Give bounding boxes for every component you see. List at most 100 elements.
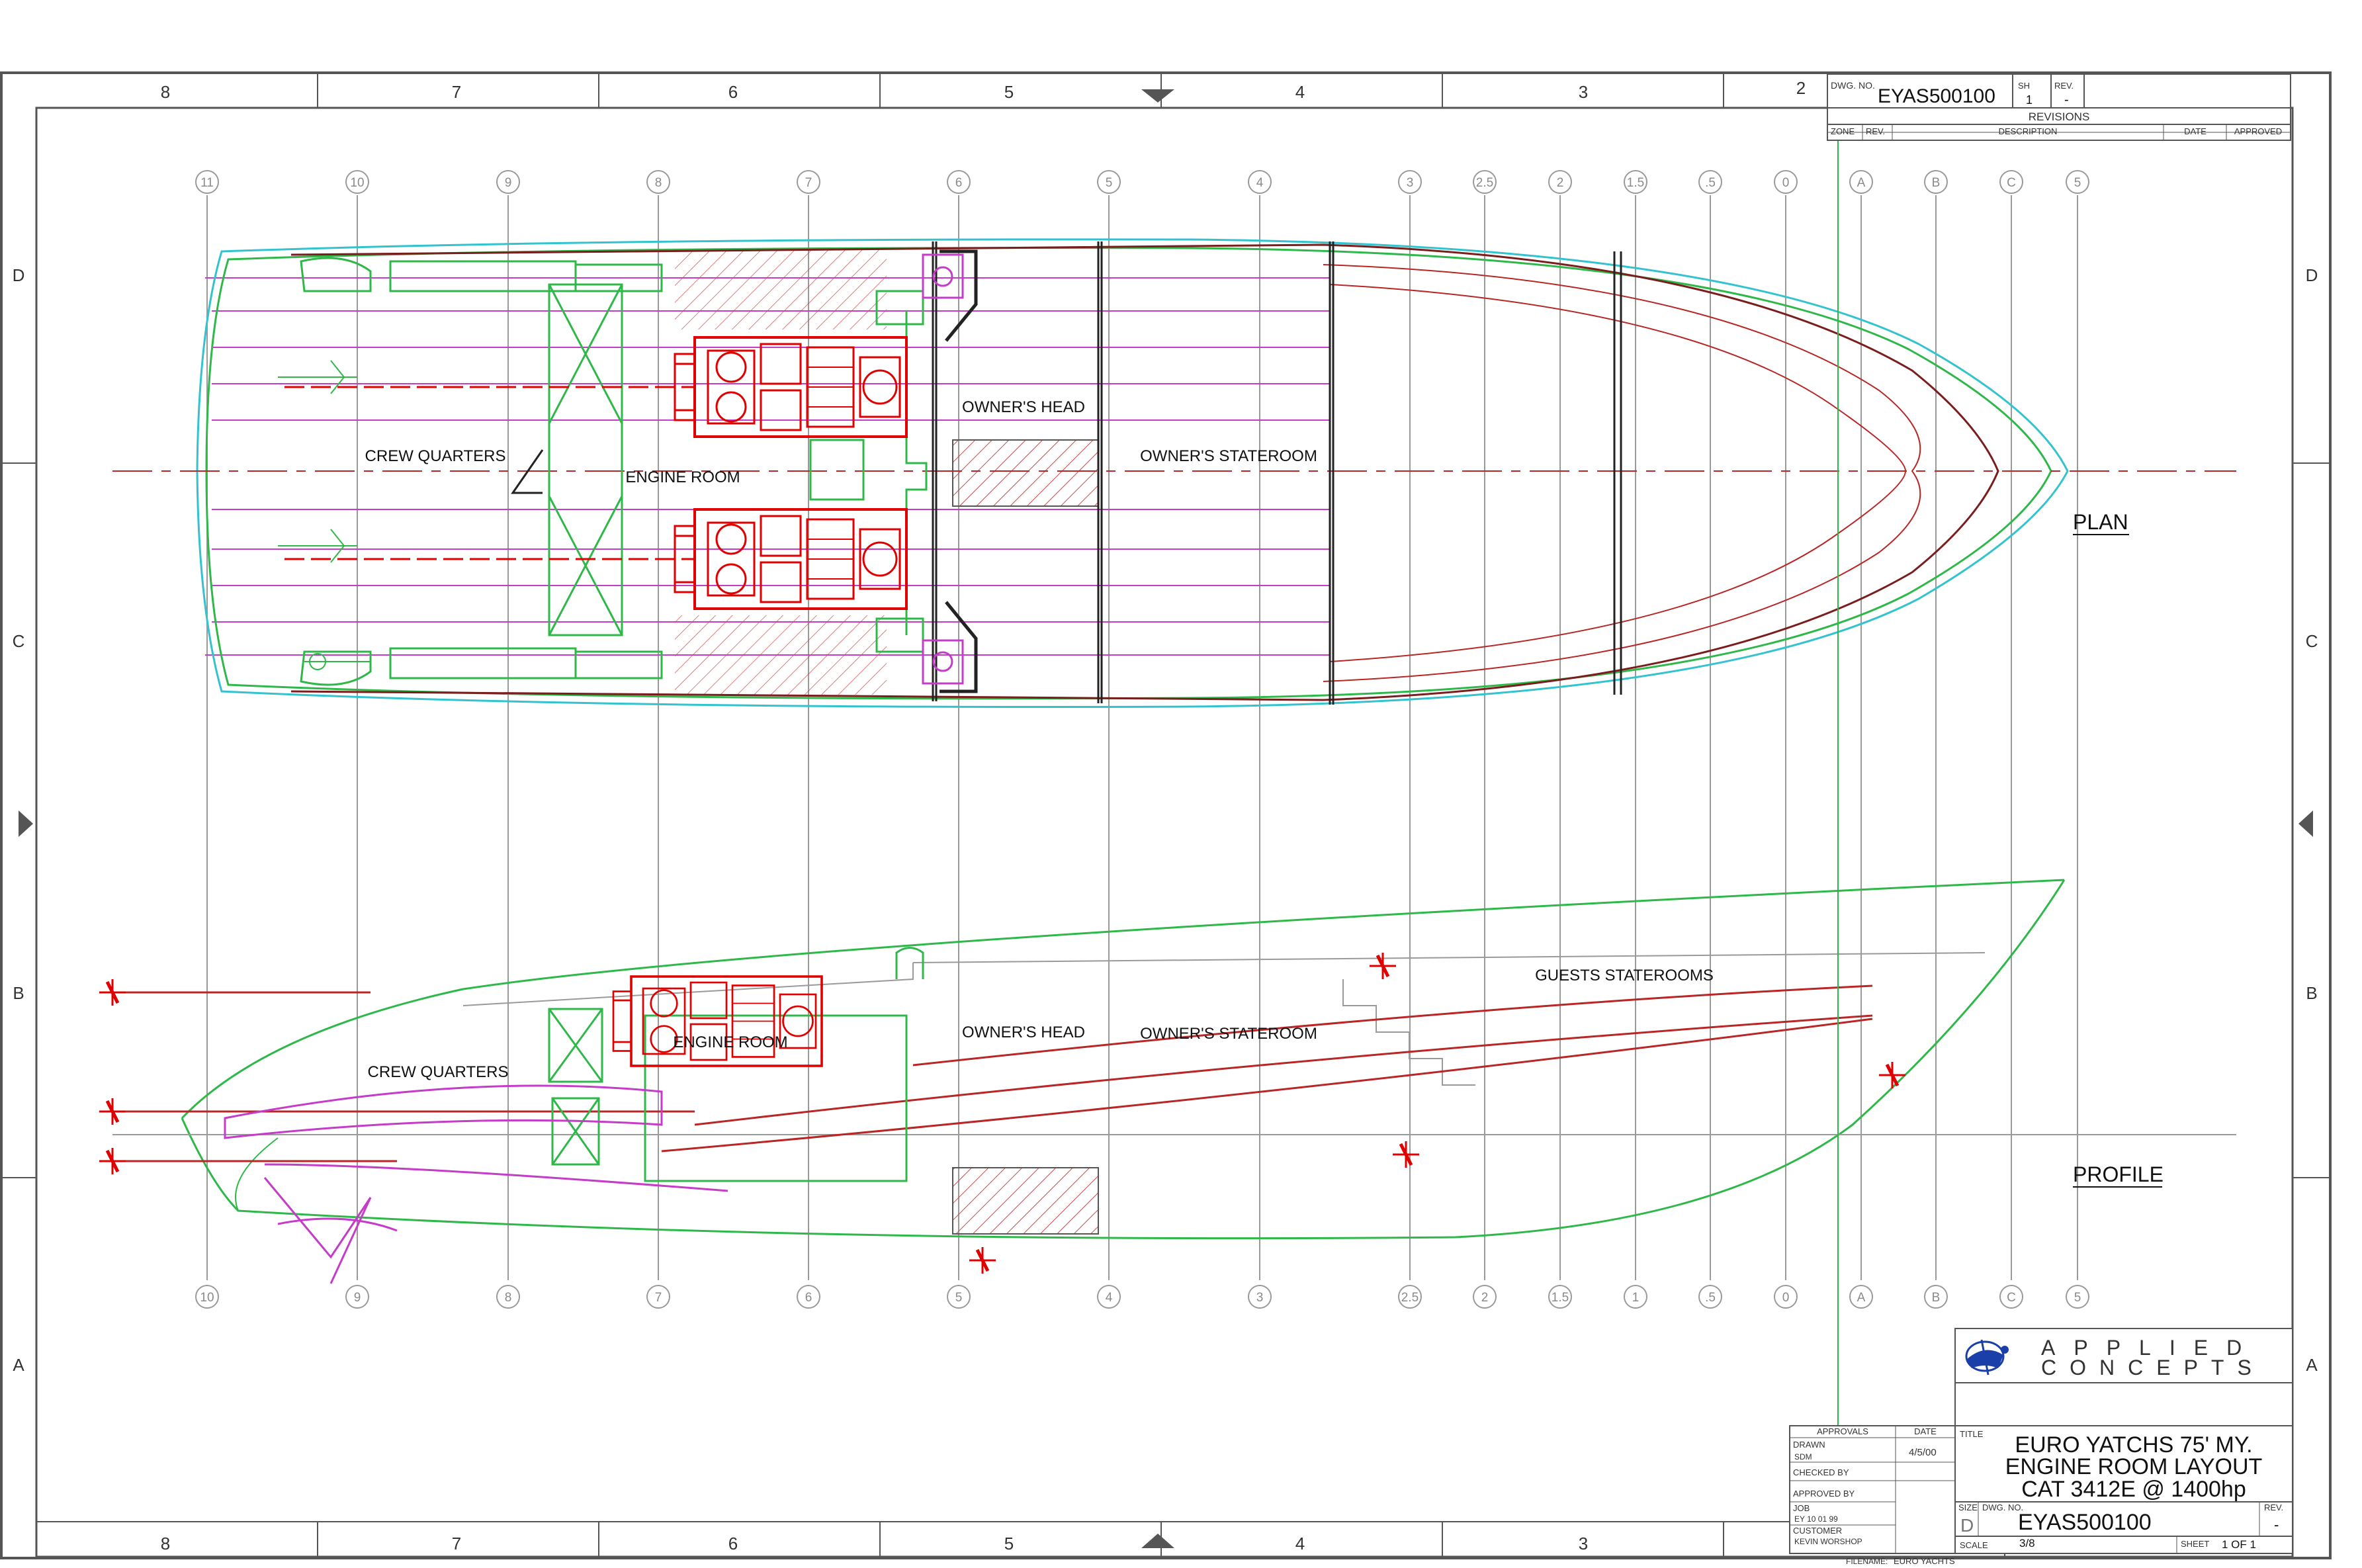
zone-column-label: 8: [161, 1534, 170, 1553]
station-label: A: [1857, 1291, 1866, 1305]
revision-col-date: DATE: [2184, 126, 2207, 136]
shaft-strut-symbol: [969, 1247, 996, 1274]
sheet-label: SHEET: [2181, 1539, 2209, 1549]
company-name-line2: CONCEPTS: [2041, 1356, 2265, 1379]
drawing-title-line2: ENGINE ROOM LAYOUT: [2005, 1454, 2263, 1479]
revision-dwg-no-label: DWG. NO.: [1831, 80, 1875, 91]
title-rev-label: REV.: [2264, 1503, 2283, 1512]
zone-column-label: 6: [728, 82, 738, 102]
station-label: C: [2007, 1291, 2016, 1305]
station-label: 10: [350, 176, 364, 190]
plan-room-owners-stateroom: OWNER'S STATEROOM: [1140, 447, 1317, 465]
approvals-label: APPROVALS: [1817, 1426, 1868, 1436]
revision-col-rev: REV.: [1866, 126, 1885, 136]
drawing-title-line3: CAT 3412E @ 1400hp: [2021, 1477, 2246, 1502]
zone-row-label: B: [2306, 983, 2317, 1003]
revision-col-approved: APPROVED: [2234, 126, 2282, 136]
plan-view: CREW QUARTERS ENGINE ROOM OWNER'S HEAD O…: [112, 238, 2236, 709]
shaft-strut-symbol: [1879, 1062, 1905, 1088]
revision-sh: 1: [2026, 93, 2033, 107]
station-label: 5: [1106, 176, 1113, 190]
profile-room-crew-quarters: CREW QUARTERS: [368, 1063, 509, 1081]
station-label: 3: [1407, 176, 1414, 190]
station-label: 2: [1557, 176, 1564, 190]
station-label: B: [1932, 1291, 1941, 1305]
revisions-label: REVISIONS: [2029, 110, 2090, 123]
title-block: APPLIED CONCEPTS TITLE EURO YATCHS 75' M…: [1789, 1328, 2293, 1566]
station-label: C: [2007, 176, 2016, 190]
zone-row-label: C: [13, 631, 25, 651]
scale-value: 3/8: [2019, 1537, 2035, 1549]
job-value: EY 10 01 99: [1794, 1514, 1838, 1524]
station-label: .5: [1705, 176, 1716, 190]
station-label: 2: [1481, 1291, 1489, 1305]
station-label: 2.5: [1476, 176, 1493, 190]
title-label: TITLE: [1960, 1429, 1984, 1439]
revision-rev-label: REV.: [2054, 81, 2074, 91]
zone-column-label: 5: [1004, 1534, 1014, 1553]
station-label: 5: [2074, 1291, 2081, 1305]
shaft-strut-symbol: [99, 1148, 126, 1174]
checked-by-label: CHECKED BY: [1793, 1467, 1849, 1477]
approved-by-label: APPROVED BY: [1793, 1489, 1855, 1499]
profile-room-guests-staterooms: GUESTS STATEROOMS: [1535, 967, 1714, 984]
shaft-strut-symbol: [1370, 953, 1396, 979]
station-label: 9: [354, 1291, 361, 1305]
station-grid: 111010998877665544332.52.5221.51.51.5.50…: [195, 170, 2089, 1309]
station-label: 4: [1256, 176, 1264, 190]
plan-room-crew-quarters: CREW QUARTERS: [365, 447, 506, 465]
zone-column-label: 5: [1004, 82, 1014, 102]
zone-row-label: A: [13, 1355, 24, 1375]
scale-label: SCALE: [1960, 1540, 1988, 1550]
station-label: 1.5: [1627, 176, 1644, 190]
zone-column-label: 3: [1579, 1534, 1588, 1553]
station-label: 6: [955, 176, 963, 190]
approvals-date-label: DATE: [1914, 1426, 1937, 1436]
station-label: .5: [1705, 1291, 1716, 1305]
drawn-by: SDM: [1794, 1452, 1812, 1461]
profile-room-engine-room: ENGINE ROOM: [673, 1033, 787, 1051]
zone-row-label: D: [13, 265, 25, 285]
filename-label: FILENAME:: [1846, 1557, 1888, 1566]
station-label: 8: [655, 176, 662, 190]
profile-room-owners-stateroom: OWNER'S STATEROOM: [1140, 1025, 1317, 1043]
customer-label: CUSTOMER: [1793, 1526, 1842, 1536]
zone-column-label: 3: [1579, 82, 1588, 102]
zone-column-label: 2: [1796, 78, 1806, 98]
station-label: 5: [2074, 176, 2081, 190]
size-label: SIZE: [1958, 1503, 1978, 1512]
customer-value: KEVIN WORSHOP: [1794, 1537, 1862, 1546]
station-label: A: [1857, 176, 1866, 190]
profile-view: CREW QUARTERS ENGINE ROOM OWNER'S HEAD O…: [99, 879, 2236, 1284]
filename-value: EURO YACHTS: [1894, 1556, 1955, 1566]
station-label: 9: [505, 176, 512, 190]
zone-column-label: 4: [1295, 1534, 1305, 1553]
station-label: 7: [805, 176, 812, 190]
station-label: 8: [505, 1291, 512, 1305]
station-label: 2.5: [1401, 1291, 1419, 1305]
revision-sh-label: SH: [2018, 81, 2030, 91]
zone-column-label: 7: [452, 82, 461, 102]
zone-column-label: 6: [728, 1534, 738, 1553]
engine-symbol: [674, 508, 908, 610]
drawn-date: 4/5/00: [1909, 1447, 1937, 1458]
title-dwg-no: EYAS500100: [2018, 1510, 2152, 1535]
station-label: B: [1932, 176, 1941, 190]
station-label: 1: [1632, 1291, 1640, 1305]
engine-symbol: [674, 336, 908, 438]
title-dwg-no-label: DWG. NO.: [1982, 1503, 2023, 1512]
sheet-value: 1 OF 1: [2222, 1538, 2256, 1551]
station-label: 10: [200, 1291, 214, 1305]
station-label: 1.5: [1552, 1291, 1569, 1305]
title-rev: -: [2274, 1516, 2279, 1533]
station-label: 5: [955, 1291, 963, 1305]
station-label: 0: [1782, 176, 1790, 190]
zone-row-label: B: [13, 983, 24, 1003]
job-label: JOB: [1793, 1503, 1810, 1513]
revision-col-description: DESCRIPTION: [1999, 126, 2058, 136]
station-label: 11: [200, 176, 214, 190]
engineering-drawing: 8 7 6 5 4 3 2 1 8 7 6 5 4 3 2 1 D C B A …: [0, 71, 2332, 1566]
revision-dwg-no: EYAS500100: [1878, 85, 1995, 107]
zone-row-label: A: [2306, 1355, 2318, 1375]
shaft-strut-symbol: [1393, 1141, 1419, 1168]
